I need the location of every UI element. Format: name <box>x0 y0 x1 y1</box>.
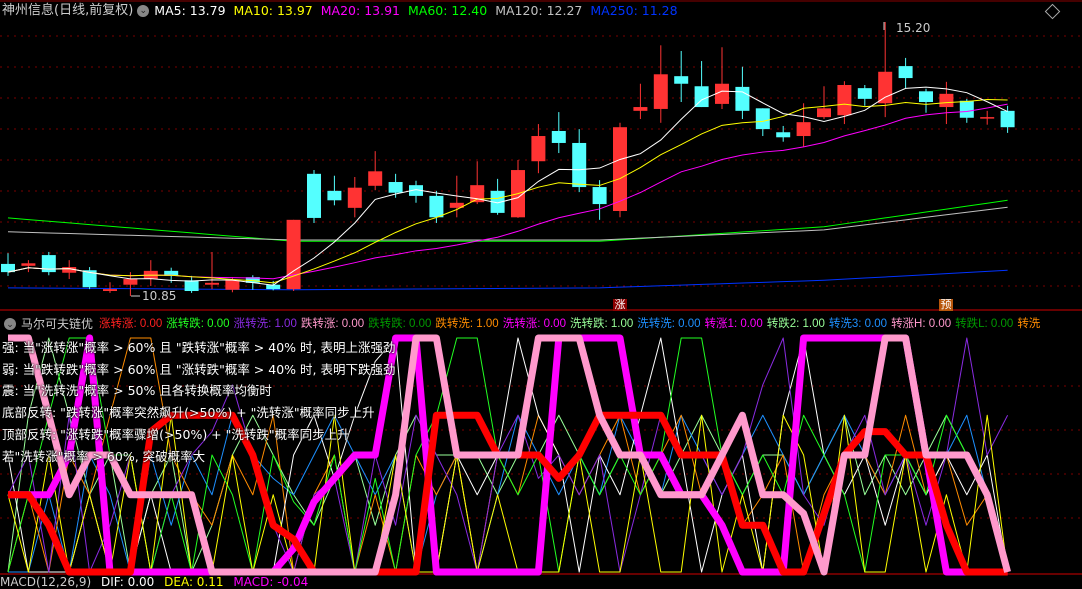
markov-legend-item: 涨转跌: 0.00 <box>166 318 230 330</box>
candle-down <box>388 182 403 193</box>
candle-down <box>551 130 566 143</box>
candle-up <box>653 74 668 109</box>
macd-value: MACD: -0.04 <box>233 575 309 589</box>
candle-down <box>184 280 199 292</box>
markov-legend-item: 跌转涨: 0.00 <box>300 318 365 330</box>
ma-legend-item: MA250: 11.28 <box>590 3 678 18</box>
ma-legend-item: MA20: 13.91 <box>320 3 400 18</box>
note-line: 强: 当"涨转涨"概率 > 60% 且 "跌转涨"概率 > 40% 时, 表明上… <box>2 340 396 355</box>
candle-down <box>898 66 913 79</box>
ma-legend-item: MA120: 12.27 <box>495 3 583 18</box>
candle-down <box>1000 110 1015 128</box>
chevron-down-icon[interactable]: ⌄ <box>4 318 16 330</box>
candle-up <box>123 279 138 285</box>
ma250-line <box>7 269 1008 291</box>
note-line: 顶部反转: "涨转跌"概率骤增(>50%) + "洗转跌"概率同步上升 <box>2 426 350 442</box>
candle-up <box>368 171 383 186</box>
chevron-down-icon[interactable]: ⌄ <box>137 5 150 17</box>
candle-up <box>531 136 546 162</box>
high-price-label: 15.20 <box>896 21 931 35</box>
ma-legend-item: MA10: 13.97 <box>233 3 313 18</box>
markov-legend-item: 转涨H: 0.00 <box>891 318 952 330</box>
candle-down <box>919 91 933 103</box>
candle-up <box>633 107 648 111</box>
markov-legend-item: 转跌L: 0.00 <box>955 318 1014 330</box>
markov-legend-item: 涨转洗: 1.00 <box>233 318 297 330</box>
ma-legend: MA5: 13.79 MA10: 13.97 MA20: 13.91 MA60: 12… <box>154 1 677 21</box>
macd-dea: DEA: 0.11 <box>164 575 224 589</box>
markov-notes: 强: 当"涨转涨"概率 > 60% 且 "跌转涨"概率 > 40% 时, 表明上… <box>2 337 395 467</box>
candle-up <box>817 108 831 118</box>
candle-up <box>837 85 852 116</box>
candle-down <box>959 100 974 118</box>
ma-legend-item: MA60: 12.40 <box>407 3 488 18</box>
candle-up <box>715 83 729 104</box>
note-line: 若"洗转涨"概率 > 60%, 突破概率大 <box>2 448 206 464</box>
note-line: 底部反转: "跌转涨"概率突然飙升(>50%) + "洗转涨"概率同步上升 <box>2 405 375 421</box>
candle-down <box>735 86 750 111</box>
candle-up <box>225 280 240 290</box>
candle-down <box>592 187 607 205</box>
ma10-line <box>7 98 1008 284</box>
candle-up <box>980 117 995 119</box>
markov-legend-item: 涨转涨: 0.00 <box>99 318 163 330</box>
candle-up <box>939 93 954 108</box>
candle-down <box>327 190 342 201</box>
candle-down <box>429 195 444 218</box>
markov-legend-item: 跌转洗: 1.00 <box>435 318 499 330</box>
candle-up <box>796 122 811 137</box>
candle-up <box>347 187 362 208</box>
low-price-label: 10.85 <box>142 289 177 303</box>
markov-legend: 涨转涨: 0.00 涨转跌: 0.00 涨转洗: 1.00 跌转涨: 0.00 跌转跌:… <box>99 314 1040 334</box>
candle-up <box>21 263 36 266</box>
markov-legend-item: 转洗 <box>1017 318 1041 330</box>
markov-header: ⌄ 马尔可夫链优 涨转涨: 0.00 涨转跌: 0.00 涨转洗: 1.00 跌转涨:… <box>0 314 1046 334</box>
candle-up <box>103 289 117 292</box>
candle-down <box>307 173 321 218</box>
ma60-line <box>7 199 1008 242</box>
up-marker: 涨 <box>613 298 627 311</box>
ma5-line <box>7 86 1008 286</box>
ma-legend-item: MA5: 13.79 <box>154 3 226 18</box>
candle-down <box>755 108 770 130</box>
macd-header: MACD(12,26,9) DIF: 0.00 DEA: 0.11 MACD: … <box>0 576 308 588</box>
candle-up <box>205 282 219 285</box>
markov-legend-item: 洗转涨: 0.00 <box>502 318 566 330</box>
macd-dif: DIF: 0.00 <box>100 575 155 589</box>
candle-up <box>286 219 301 290</box>
ma120-line <box>7 206 1008 241</box>
markov-legend-item: 洗转跌: 1.00 <box>569 318 634 330</box>
indicator-title[interactable]: 马尔可夫链优 <box>21 314 93 334</box>
ma20-line <box>7 103 1008 280</box>
note-line: 震: 当"洗转洗"概率 > 50% 且各转换概率均衡时 <box>2 383 272 399</box>
candle-down <box>857 88 872 99</box>
markov-legend-item: 转洗3: 0.00 <box>828 318 888 330</box>
price-chart-header: 神州信息(日线,前复权) ⌄ MA5: 13.79 MA10: 13.97 MA20… <box>0 1 684 21</box>
markov-legend-item: 洗转洗: 0.00 <box>637 318 701 330</box>
forecast-marker: 预 <box>939 298 953 311</box>
markov-legend-item: 跌转跌: 0.00 <box>368 318 432 330</box>
stock-title[interactable]: 神州信息(日线,前复权) <box>2 1 133 21</box>
candle-down <box>572 142 587 188</box>
candle-down <box>674 76 689 84</box>
macd-label[interactable]: MACD(12,26,9) <box>0 575 91 589</box>
candle-up <box>613 127 627 211</box>
note-line: 弱: 当"跌转跌"概率 > 60% 且 "涨转跌"概率 > 40% 时, 表明下… <box>2 361 396 377</box>
markov-legend-item: 转跌2: 1.00 <box>766 318 825 330</box>
markov-legend-item: 转涨1: 0.00 <box>704 318 763 330</box>
candle-up <box>878 71 893 104</box>
candle-down <box>776 132 791 138</box>
